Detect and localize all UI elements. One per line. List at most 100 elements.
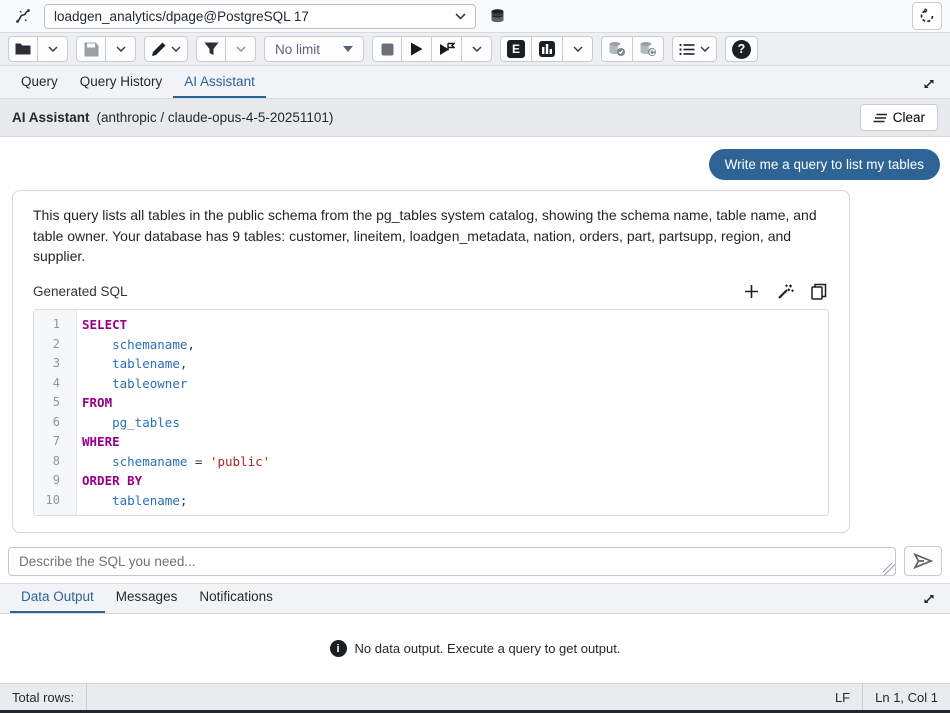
tab-notifications[interactable]: Notifications — [188, 582, 284, 613]
assistant-message-text: This query lists all tables in the publi… — [33, 205, 829, 267]
tab-data-output[interactable]: Data Output — [10, 582, 105, 613]
help-icon: ? — [732, 40, 751, 59]
filter-button[interactable] — [196, 36, 226, 62]
apply-sql-button[interactable] — [775, 281, 795, 301]
open-file-button[interactable] — [8, 36, 38, 62]
save-file-button[interactable] — [76, 36, 106, 62]
sql-code-line: 2 schemaname, — [34, 335, 828, 355]
rollback-icon — [639, 41, 657, 57]
play-flag-icon — [439, 42, 455, 57]
output-tabstrip: Data Output Messages Notifications — [0, 583, 950, 614]
connection-icon — [14, 7, 32, 25]
connection-select[interactable]: loadgen_analytics/dpage@PostgreSQL 17 — [44, 4, 476, 29]
row-limit-select[interactable]: No limit — [264, 36, 364, 62]
info-icon: i — [330, 640, 347, 657]
sql-code-line: 1SELECT — [34, 315, 828, 335]
edit-menu-button[interactable] — [144, 36, 188, 62]
ai-chat-area: Write me a query to list my tables This … — [0, 137, 950, 539]
pencil-icon — [151, 42, 166, 57]
connection-status-button[interactable] — [8, 3, 38, 29]
ai-assistant-title: AI Assistant — [12, 110, 90, 125]
ai-assistant-model: (anthropic / claude-opus-4-5-20251101) — [97, 110, 334, 125]
expand-panel-icon[interactable] — [922, 77, 936, 91]
tab-query[interactable]: Query — [10, 67, 69, 98]
chevron-down-icon — [455, 13, 466, 20]
data-output-panel: i No data output. Execute a query to get… — [0, 614, 950, 683]
send-icon — [913, 553, 933, 569]
user-message-bubble: Write me a query to list my tables — [709, 149, 940, 180]
send-prompt-button[interactable] — [904, 546, 942, 576]
folder-icon — [15, 42, 31, 56]
dropdown-arrow-icon — [343, 46, 353, 52]
editor-tabstrip: Query Query History AI Assistant — [0, 66, 950, 99]
chevron-down-icon — [48, 46, 58, 52]
cancel-query-button[interactable] — [372, 36, 402, 62]
query-tool-window: loadgen_analytics/dpage@PostgreSQL 17 — [0, 0, 950, 713]
explain-button[interactable]: E — [500, 36, 532, 62]
no-data-output-message: No data output. Execute a query to get o… — [355, 641, 621, 656]
total-rows-label: Total rows: — [0, 684, 86, 710]
magic-wand-icon — [777, 283, 794, 300]
new-connection-button[interactable] — [482, 3, 512, 29]
query-toolbar: No limit — [0, 33, 950, 66]
expand-output-icon[interactable] — [922, 592, 936, 606]
chevron-down-icon — [116, 46, 126, 52]
execute-script-button[interactable] — [432, 36, 462, 62]
database-icon — [489, 8, 506, 25]
stop-icon — [381, 43, 394, 56]
explain-analyze-icon — [538, 40, 556, 58]
explain-analyze-button[interactable] — [532, 36, 563, 62]
clear-chat-label: Clear — [893, 110, 925, 125]
prompt-input[interactable] — [8, 547, 896, 576]
assistant-message-card: This query lists all tables in the publi… — [12, 190, 850, 533]
copy-icon — [811, 283, 827, 300]
clear-chat-button[interactable]: Clear — [860, 104, 938, 131]
chevron-down-icon — [236, 46, 246, 52]
status-bar: Total rows: LF Ln 1, Col 1 — [0, 683, 950, 710]
filter-menu-button[interactable] — [226, 36, 256, 62]
sql-code-block: 1SELECT2 schemaname,3 tablename,4 tableo… — [33, 309, 829, 516]
reset-layout-icon — [919, 8, 935, 24]
sql-code-line: 3 tablename, — [34, 354, 828, 374]
help-button[interactable]: ? — [725, 36, 758, 62]
chevron-down-icon — [472, 46, 482, 52]
sql-code-line: 10 tablename; — [34, 491, 828, 511]
rollback-button[interactable] — [633, 36, 664, 62]
reset-layout-button[interactable] — [912, 2, 942, 30]
plus-icon — [744, 284, 759, 299]
execute-menu-button[interactable] — [462, 36, 492, 62]
commit-icon — [608, 41, 626, 57]
sql-code-line: 4 tableowner — [34, 374, 828, 394]
generated-sql-label: Generated SQL — [33, 284, 128, 299]
copy-sql-button[interactable] — [809, 281, 829, 301]
explain-menu-button[interactable] — [563, 36, 593, 62]
macros-menu-button[interactable] — [672, 36, 717, 62]
filter-icon — [204, 42, 219, 56]
cursor-position: Ln 1, Col 1 — [863, 684, 950, 710]
sql-code: 1SELECT2 schemaname,3 tablename,4 tableo… — [34, 315, 828, 510]
execute-query-button[interactable] — [402, 36, 432, 62]
explain-icon: E — [507, 40, 525, 58]
tab-messages[interactable]: Messages — [105, 582, 189, 613]
commit-button[interactable] — [601, 36, 633, 62]
list-icon — [679, 43, 695, 56]
sql-code-line: 8 schemaname = 'public' — [34, 452, 828, 472]
play-icon — [410, 42, 423, 56]
save-icon — [84, 42, 99, 57]
clear-all-icon — [873, 113, 887, 123]
prompt-input-strip — [0, 539, 950, 583]
chevron-down-icon — [171, 46, 181, 52]
connection-bar: loadgen_analytics/dpage@PostgreSQL 17 — [0, 0, 950, 33]
sql-code-line: 5FROM — [34, 393, 828, 413]
tab-ai-assistant[interactable]: AI Assistant — [173, 67, 266, 98]
chevron-down-icon — [573, 46, 583, 52]
ai-assistant-header: AI Assistant (anthropic / claude-opus-4-… — [0, 99, 950, 137]
tab-query-history[interactable]: Query History — [69, 67, 174, 98]
chevron-down-icon — [700, 46, 710, 52]
connection-select-value: loadgen_analytics/dpage@PostgreSQL 17 — [54, 9, 309, 24]
open-file-menu-button[interactable] — [38, 36, 68, 62]
sql-code-line: 7WHERE — [34, 432, 828, 452]
insert-sql-button[interactable] — [741, 281, 761, 301]
row-limit-value: No limit — [275, 42, 320, 57]
save-file-menu-button[interactable] — [106, 36, 136, 62]
